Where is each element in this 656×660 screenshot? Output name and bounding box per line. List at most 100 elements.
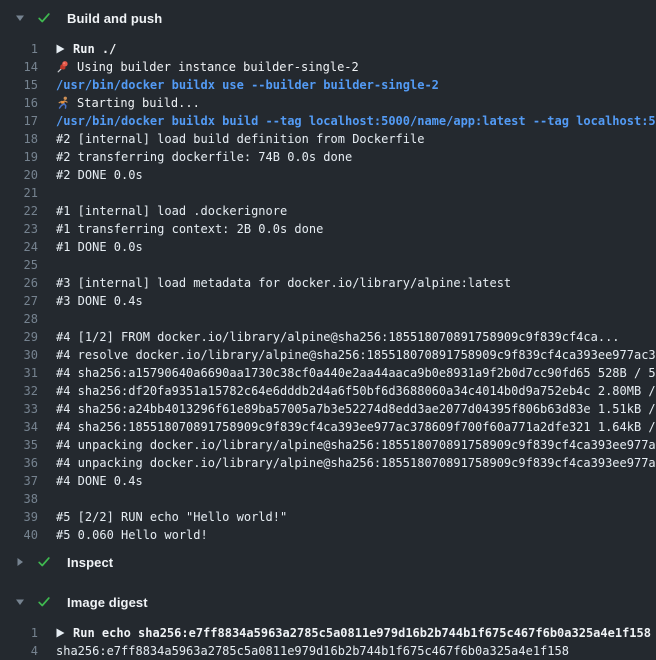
chevron-down-icon[interactable] xyxy=(14,12,26,24)
log-line: 33 #4 sha256:a24bb4013296f61e89ba57005a7… xyxy=(0,400,656,418)
chevron-right-icon[interactable] xyxy=(14,556,26,568)
log-line: 19 #2 transferring dockerfile: 74B 0.0s … xyxy=(0,148,656,166)
line-number[interactable]: 37 xyxy=(0,472,38,490)
line-number[interactable]: 33 xyxy=(0,400,38,418)
line-number[interactable]: 17 xyxy=(0,112,38,130)
line-content: #3 [internal] load metadata for docker.i… xyxy=(56,274,656,292)
section-lines: 1 Run ./ 14 Using builder instance build… xyxy=(0,36,656,544)
log-line: 39 #5 [2/2] RUN echo "Hello world!" xyxy=(0,508,656,526)
line-text: Starting build... xyxy=(77,94,200,112)
line-number[interactable]: 27 xyxy=(0,292,38,310)
line-number[interactable]: 23 xyxy=(0,220,38,238)
line-text: #4 sha256:a15790640a6690aa1730c38cf0a440… xyxy=(56,364,656,382)
line-text: #1 DONE 0.0s xyxy=(56,238,143,256)
line-content: Using builder instance builder-single-2 xyxy=(56,58,656,76)
line-number[interactable]: 36 xyxy=(0,454,38,472)
line-text: #3 [internal] load metadata for docker.i… xyxy=(56,274,511,292)
line-number[interactable]: 18 xyxy=(0,130,38,148)
line-number[interactable]: 32 xyxy=(0,382,38,400)
line-number[interactable]: 15 xyxy=(0,76,38,94)
line-number[interactable]: 30 xyxy=(0,346,38,364)
line-number[interactable]: 39 xyxy=(0,508,38,526)
line-number[interactable]: 4 xyxy=(0,642,38,660)
log-section: Inspect xyxy=(0,544,656,584)
log-line: 21 xyxy=(0,184,656,202)
line-content: #2 [internal] load build definition from… xyxy=(56,130,656,148)
line-text: Run ./ xyxy=(73,40,116,58)
line-number[interactable]: 1 xyxy=(0,40,38,58)
runner-icon xyxy=(56,96,70,110)
line-content: #1 transferring context: 2B 0.0s done xyxy=(56,220,656,238)
chevron-down-icon[interactable] xyxy=(14,596,26,608)
workflow-log-viewer: Build and push 1 Run ./ 14 Using builder… xyxy=(0,0,656,660)
play-icon[interactable] xyxy=(56,628,65,638)
pushpin-icon xyxy=(56,60,70,74)
section-title: Inspect xyxy=(67,555,113,570)
line-text: #4 unpacking docker.io/library/alpine@sh… xyxy=(56,436,656,454)
line-text: #4 [1/2] FROM docker.io/library/alpine@s… xyxy=(56,328,620,346)
line-text: Using builder instance builder-single-2 xyxy=(77,58,359,76)
line-content: #4 sha256:df20fa9351a15782c64e6dddb2d4a6… xyxy=(56,382,656,400)
line-number[interactable]: 34 xyxy=(0,418,38,436)
line-number[interactable]: 1 xyxy=(0,624,38,642)
section-lines: 1 Run echo sha256:e7ff8834a5963a2785c5a0… xyxy=(0,620,656,660)
log-line: 1 Run echo sha256:e7ff8834a5963a2785c5a0… xyxy=(0,624,656,642)
line-content: Run echo sha256:e7ff8834a5963a2785c5a081… xyxy=(56,624,656,642)
line-content: #4 DONE 0.4s xyxy=(56,472,656,490)
log-line: 1 Run ./ xyxy=(0,40,656,58)
log-line: 23 #1 transferring context: 2B 0.0s done xyxy=(0,220,656,238)
line-text: #3 DONE 0.4s xyxy=(56,292,143,310)
line-content: #4 resolve docker.io/library/alpine@sha2… xyxy=(56,346,656,364)
line-text: sha256:e7ff8834a5963a2785c5a0811e979d16b… xyxy=(56,642,569,660)
line-content: Run ./ xyxy=(56,40,656,58)
line-number[interactable]: 19 xyxy=(0,148,38,166)
section-title: Build and push xyxy=(67,11,162,26)
line-content: #4 sha256:a15790640a6690aa1730c38cf0a440… xyxy=(56,364,656,382)
line-number[interactable]: 28 xyxy=(0,310,38,328)
log-line: 20 #2 DONE 0.0s xyxy=(0,166,656,184)
log-line: 25 xyxy=(0,256,656,274)
line-number[interactable]: 14 xyxy=(0,58,38,76)
line-content: /usr/bin/docker buildx build --tag local… xyxy=(56,112,656,130)
line-number[interactable]: 16 xyxy=(0,94,38,112)
line-text: #4 resolve docker.io/library/alpine@sha2… xyxy=(56,346,656,364)
line-content xyxy=(56,256,656,274)
line-number[interactable]: 21 xyxy=(0,184,38,202)
play-icon[interactable] xyxy=(56,44,65,54)
line-content: #5 0.060 Hello world! xyxy=(56,526,656,544)
section-header-image-digest[interactable]: Image digest xyxy=(0,584,656,620)
line-content: sha256:e7ff8834a5963a2785c5a0811e979d16b… xyxy=(56,642,656,660)
line-number[interactable]: 26 xyxy=(0,274,38,292)
line-text: /usr/bin/docker buildx use --builder bui… xyxy=(56,76,439,94)
check-icon xyxy=(36,594,52,610)
line-number[interactable]: 35 xyxy=(0,436,38,454)
line-content: #3 DONE 0.4s xyxy=(56,292,656,310)
log-line: 32 #4 sha256:df20fa9351a15782c64e6dddb2d… xyxy=(0,382,656,400)
section-header-inspect[interactable]: Inspect xyxy=(0,544,656,580)
line-number[interactable]: 20 xyxy=(0,166,38,184)
check-icon xyxy=(36,554,52,570)
log-line: 29 #4 [1/2] FROM docker.io/library/alpin… xyxy=(0,328,656,346)
line-text: #5 0.060 Hello world! xyxy=(56,526,208,544)
log-line: 37 #4 DONE 0.4s xyxy=(0,472,656,490)
line-number[interactable]: 38 xyxy=(0,490,38,508)
line-content: #5 [2/2] RUN echo "Hello world!" xyxy=(56,508,656,526)
line-number[interactable]: 40 xyxy=(0,526,38,544)
log-line: 28 xyxy=(0,310,656,328)
line-content: #1 DONE 0.0s xyxy=(56,238,656,256)
line-number[interactable]: 22 xyxy=(0,202,38,220)
log-line: 14 Using builder instance builder-single… xyxy=(0,58,656,76)
line-text: #2 DONE 0.0s xyxy=(56,166,143,184)
line-number[interactable]: 29 xyxy=(0,328,38,346)
line-number[interactable]: 25 xyxy=(0,256,38,274)
log-line: 18 #2 [internal] load build definition f… xyxy=(0,130,656,148)
line-number[interactable]: 31 xyxy=(0,364,38,382)
section-header-build-and-push[interactable]: Build and push xyxy=(0,0,656,36)
line-text: #4 sha256:df20fa9351a15782c64e6dddb2d4a6… xyxy=(56,382,656,400)
log-line: 34 #4 sha256:185518070891758909c9f839cf4… xyxy=(0,418,656,436)
line-text: #4 sha256:a24bb4013296f61e89ba57005a7b3e… xyxy=(56,400,656,418)
line-number[interactable]: 24 xyxy=(0,238,38,256)
line-text: #5 [2/2] RUN echo "Hello world!" xyxy=(56,508,287,526)
log-line: 35 #4 unpacking docker.io/library/alpine… xyxy=(0,436,656,454)
log-line: 15 /usr/bin/docker buildx use --builder … xyxy=(0,76,656,94)
